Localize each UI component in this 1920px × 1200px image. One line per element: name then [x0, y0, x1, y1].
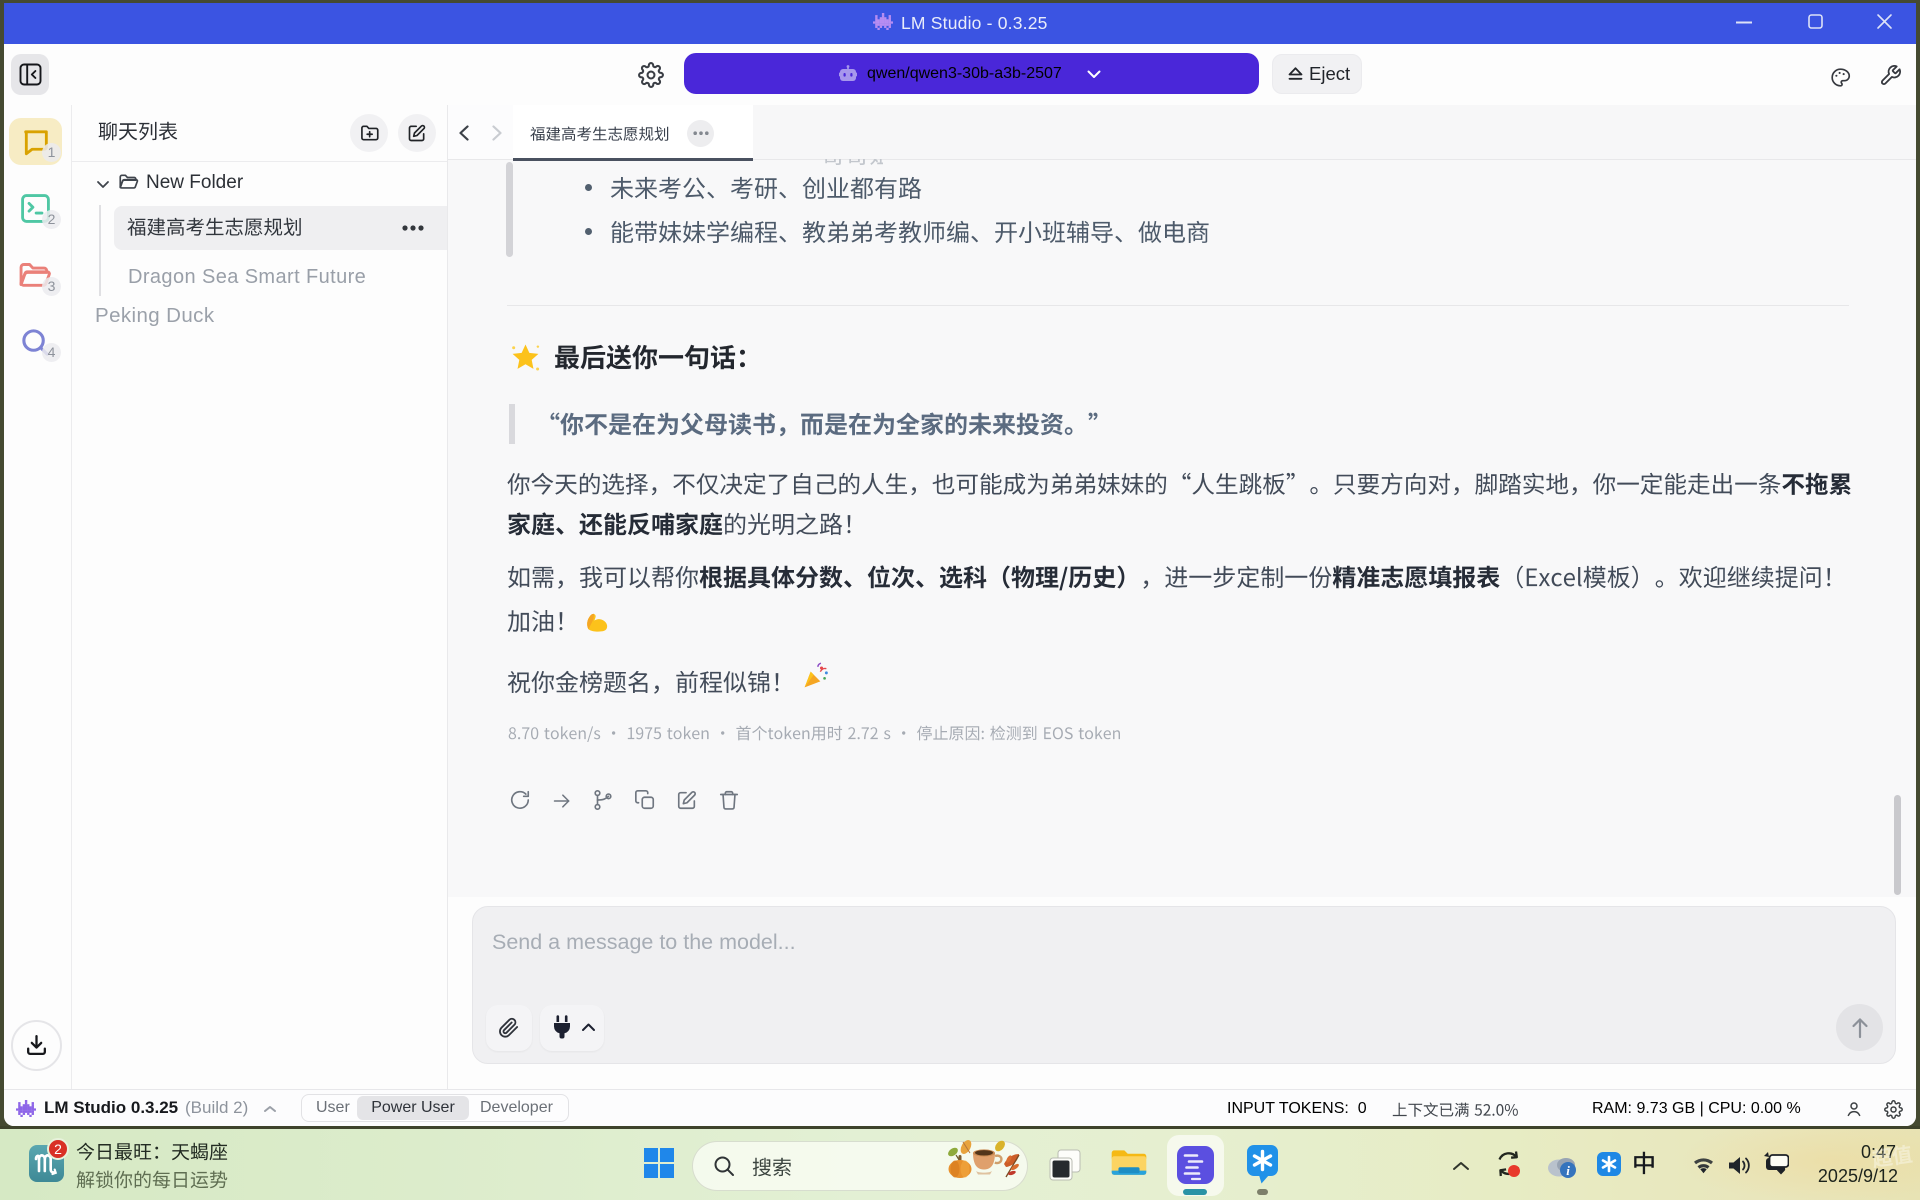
- svg-text:i: i: [1566, 1163, 1570, 1178]
